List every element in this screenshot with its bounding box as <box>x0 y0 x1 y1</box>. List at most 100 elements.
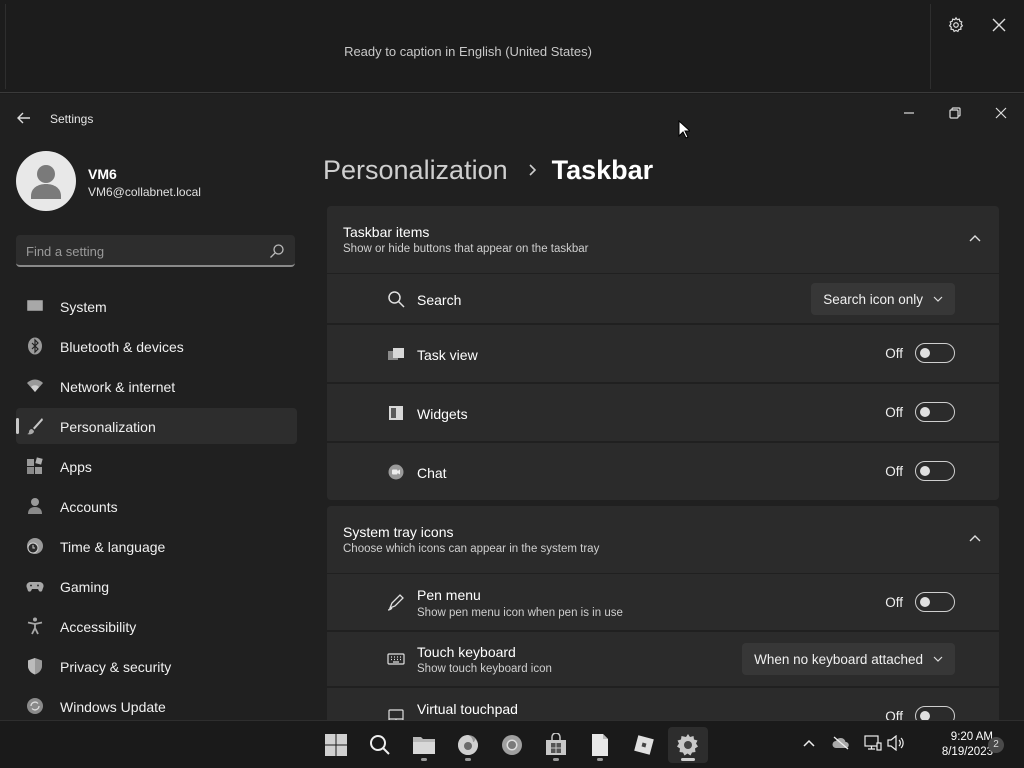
live-captions-bar: Ready to caption in English (United Stat… <box>0 0 1024 93</box>
taskbar-item-widgets-row: Widgets Off <box>327 384 999 441</box>
running-indicator <box>421 758 427 761</box>
virtual-touchpad-toggle[interactable] <box>915 706 955 720</box>
taskbar-clock[interactable]: 9:20 AM 8/19/2023 <box>915 730 993 760</box>
breadcrumb: Personalization Taskbar <box>323 150 653 190</box>
chat-toggle[interactable] <box>915 461 955 481</box>
volume-tray-button[interactable] <box>886 733 906 753</box>
user-email: VM6@collabnet.local <box>88 185 201 199</box>
start-button[interactable] <box>316 727 356 763</box>
sidebar-item-time-language[interactable]: Time & language <box>16 528 297 564</box>
sidebar-item-label: Bluetooth & devices <box>60 339 184 355</box>
firefox-icon <box>458 735 478 755</box>
dropdown-value: When no keyboard attached <box>754 651 923 667</box>
find-setting-box[interactable] <box>16 235 295 267</box>
settings-icon <box>677 734 698 756</box>
clock-time: 9:20 AM <box>950 731 993 743</box>
widgets-toggle[interactable] <box>915 402 955 422</box>
chevron-up-icon <box>969 535 981 542</box>
app-title: Settings <box>50 112 94 126</box>
sidebar-nav: System Bluetooth & devices Network & int… <box>16 288 297 720</box>
bluetooth-icon <box>28 337 42 355</box>
dropdown-value: Search icon only <box>823 291 923 307</box>
widgets-toggle-group: Off <box>885 402 955 422</box>
close-icon <box>995 107 1007 119</box>
sidebar-item-personalization[interactable]: Personalization <box>16 408 297 444</box>
chevron-up-icon <box>969 235 981 242</box>
toggle-knob <box>920 597 930 607</box>
pen-menu-toggle[interactable] <box>915 592 955 612</box>
sidebar-item-bluetooth[interactable]: Bluetooth & devices <box>16 328 297 364</box>
touch-keyboard-dropdown[interactable]: When no keyboard attached <box>742 643 955 675</box>
network-tray-button[interactable] <box>863 733 883 753</box>
toggle-state: Off <box>885 345 903 361</box>
search-icon <box>388 291 405 308</box>
sidebar-item-system[interactable]: System <box>16 288 297 324</box>
widgets-icon <box>389 406 403 420</box>
chevron-up-icon <box>803 739 815 747</box>
search-input[interactable] <box>26 241 256 261</box>
sidebar-item-label: Apps <box>60 459 92 475</box>
update-icon <box>27 698 43 714</box>
shield-icon <box>28 658 42 675</box>
close-button[interactable] <box>978 98 1024 128</box>
row-description: Show touch keyboard icon <box>417 663 552 675</box>
back-button[interactable] <box>12 106 36 130</box>
taskbar-roblox[interactable] <box>624 727 664 763</box>
pen-menu-toggle-group: Off <box>885 592 955 612</box>
chat-icon <box>388 464 404 480</box>
chat-toggle-group: Off <box>885 461 955 481</box>
section-subtitle: Show or hide buttons that appear on the … <box>343 243 589 255</box>
row-label: Widgets <box>417 406 468 422</box>
touchpad-icon <box>388 709 404 720</box>
sidebar-item-accessibility[interactable]: Accessibility <box>16 608 297 644</box>
mouse-cursor-icon <box>678 120 690 139</box>
keyboard-icon <box>387 653 405 665</box>
toggle-knob <box>920 466 930 476</box>
row-label: Search <box>417 292 462 308</box>
system-tray-icons-header[interactable]: System tray icons Choose which icons can… <box>327 506 999 573</box>
chevron-down-icon <box>933 296 943 302</box>
accessibility-icon <box>27 617 43 635</box>
avatar <box>16 151 76 211</box>
search-mode-dropdown[interactable]: Search icon only <box>811 283 955 315</box>
sidebar-item-label: Personalization <box>60 419 156 435</box>
onedrive-tray-button[interactable] <box>831 733 851 753</box>
minimize-button[interactable] <box>886 98 932 128</box>
taskbar-notepad[interactable] <box>580 727 620 763</box>
taskbar-file-explorer[interactable] <box>404 727 444 763</box>
sidebar-item-accounts[interactable]: Accounts <box>16 488 297 524</box>
taskbar-search-button[interactable] <box>360 727 400 763</box>
tray-touch-keyboard-row: Touch keyboard Show touch keyboard icon … <box>327 632 999 686</box>
taskbar-store[interactable] <box>536 727 576 763</box>
virtual-touchpad-toggle-group: Off <box>885 706 955 720</box>
taskbar-item-chat-row: Chat Off <box>327 443 999 500</box>
sidebar-item-label: Privacy & security <box>60 659 172 675</box>
search-icon <box>270 244 284 258</box>
row-label: Pen menu <box>417 587 481 603</box>
running-indicator <box>553 758 559 761</box>
speaker-icon <box>887 735 904 751</box>
windows-taskbar: 9:20 AM 8/19/2023 2 <box>0 720 1024 768</box>
show-hidden-icons-button[interactable] <box>799 733 819 753</box>
breadcrumb-parent[interactable]: Personalization <box>323 155 508 186</box>
toggle-state: Off <box>885 463 903 479</box>
sidebar-item-apps[interactable]: Apps <box>16 448 297 484</box>
sidebar-item-label: System <box>60 299 107 315</box>
restore-button[interactable] <box>932 98 978 128</box>
sidebar-item-network[interactable]: Network & internet <box>16 368 297 404</box>
brush-icon <box>27 418 43 435</box>
captions-settings-button[interactable] <box>943 12 969 38</box>
back-arrow-icon <box>17 112 30 124</box>
sidebar-item-gaming[interactable]: Gaming <box>16 568 297 604</box>
taskbar-settings[interactable] <box>668 727 708 763</box>
taskbar-firefox[interactable] <box>448 727 488 763</box>
captions-close-button[interactable] <box>986 12 1012 38</box>
caption-status-text: Ready to caption in English (United Stat… <box>344 44 592 59</box>
taskbar-chrome[interactable] <box>492 727 532 763</box>
task-view-toggle[interactable] <box>915 343 955 363</box>
settings-window: Settings VM6 VM6@collabnet.local System … <box>0 94 1024 720</box>
notification-count-badge[interactable]: 2 <box>988 737 1004 753</box>
sidebar-item-windows-update[interactable]: Windows Update <box>16 688 297 720</box>
taskbar-items-header[interactable]: Taskbar items Show or hide buttons that … <box>327 206 999 273</box>
sidebar-item-privacy-security[interactable]: Privacy & security <box>16 648 297 684</box>
